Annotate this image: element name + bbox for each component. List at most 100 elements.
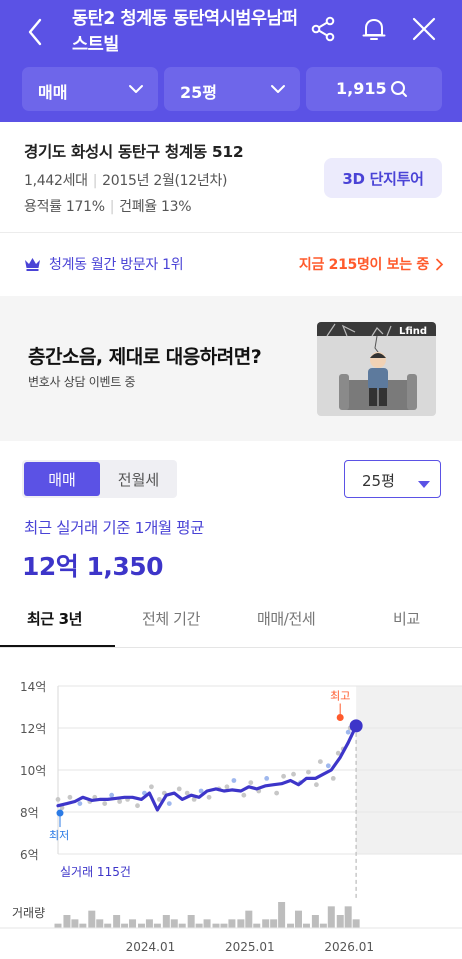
transaction-point	[135, 803, 140, 809]
volume-bar	[88, 910, 96, 928]
x-tick-label: 2025.01	[225, 940, 275, 954]
transaction-point	[317, 759, 323, 764]
volume-label: 거래량	[12, 906, 45, 920]
tab-compare[interactable]: 비교	[393, 608, 420, 629]
transaction-point	[117, 799, 123, 804]
low-label: 최저	[49, 829, 69, 842]
volume-bar	[327, 906, 335, 928]
search-icon	[390, 80, 408, 102]
size-filter-dropdown[interactable]: 25평	[164, 67, 300, 111]
y-tick-label: 14억	[20, 680, 46, 694]
chevron-down-icon	[270, 81, 286, 101]
x-tick-label: 2026.01	[324, 940, 374, 954]
transaction-point	[241, 792, 247, 798]
segment-sale[interactable]: 매매	[24, 462, 100, 496]
share-icon[interactable]	[308, 14, 338, 44]
transaction-point	[330, 776, 336, 781]
y-tick-label: 8억	[20, 806, 39, 820]
filter-bar: 매매 25평 1,915	[22, 67, 442, 111]
transaction-point	[55, 797, 61, 802]
volume-bar	[287, 923, 295, 928]
volume-bar	[153, 923, 161, 928]
complex-info: 경기도 화성시 동탄구 청계동 512 1,442세대 | 2015년 2월(12년…	[0, 122, 462, 232]
volume-bar	[79, 923, 87, 928]
average-price: 12억 1,350	[22, 552, 164, 581]
built-date: 2015년 2월(12년차)	[102, 173, 228, 189]
y-tick-label: 6억	[20, 848, 39, 862]
transaction-point	[206, 794, 212, 800]
volume-bar	[54, 923, 62, 928]
price-chart[interactable]: 14억 12억 10억 8억 6억 최고최저실거래 115건거래량 2024.01 2025.…	[0, 649, 462, 959]
complex-meta-row-2: 용적률 171% | 건폐율 13%	[24, 196, 192, 216]
price-chart-svg: 14억 12억 10억 8억 6억 최고최저실거래 115건거래량 2024.01 2025.…	[0, 680, 462, 954]
caret-down-icon	[418, 475, 430, 493]
transaction-point	[281, 773, 286, 779]
volume-bar	[129, 919, 137, 928]
current-price-marker	[349, 719, 363, 733]
ad-title: 층간소음, 제대로 대응하려면?	[28, 346, 262, 368]
volume-bar	[278, 902, 286, 928]
transaction-point	[176, 786, 182, 792]
transaction-point	[274, 790, 280, 796]
volume-bar	[344, 906, 352, 928]
volume-bar	[63, 915, 71, 928]
transaction-point	[224, 784, 230, 790]
ad-brand-text: Lfind	[399, 326, 427, 337]
rank-label: 청계동 월간 방문자 1위	[49, 257, 184, 273]
volume-bar	[245, 910, 253, 928]
households: 1,442세대	[24, 173, 88, 189]
high-label: 최고	[330, 690, 350, 703]
volume-bar	[170, 919, 178, 928]
transaction-point	[313, 782, 319, 788]
volume-bar	[302, 923, 310, 928]
ad-banner[interactable]: 층간소음, 제대로 대응하려면? 변호사 상담 이벤트 중 Lfind	[0, 296, 462, 441]
volume-bar	[71, 919, 79, 928]
tab-recent-3y[interactable]: 최근 3년	[27, 608, 82, 629]
segment-rent[interactable]: 전월세	[102, 462, 175, 496]
volume-bar	[195, 923, 203, 928]
average-price-label: 최근 실거래 기준 1개월 평균	[24, 519, 205, 537]
volume-bar	[121, 923, 129, 928]
chevron-right-icon	[435, 258, 444, 271]
y-tick-label: 12억	[20, 722, 46, 736]
close-icon[interactable]	[409, 14, 439, 44]
volume-bar	[270, 919, 278, 928]
volume-bar	[203, 919, 211, 928]
complex-address: 경기도 화성시 동탄구 청계동 512	[24, 143, 244, 161]
top-header: 동탄2 청계동 동탄역시범우남퍼스트빌 매매 25평 1,915	[0, 0, 462, 122]
bell-icon[interactable]	[359, 14, 389, 44]
volume-bar	[253, 923, 261, 928]
listings-search-button[interactable]: 1,915	[306, 67, 442, 111]
tab-all-period[interactable]: 전체 기간	[142, 608, 200, 629]
x-tick-label: 2024.01	[126, 940, 176, 954]
page-title: 동탄2 청계동 동탄역시범우남퍼스트빌	[72, 9, 298, 55]
transaction-point	[231, 778, 237, 783]
volume-bar	[294, 910, 302, 928]
trade-type-dropdown[interactable]: 매매	[22, 67, 158, 111]
size-dropdown-label: 25평	[362, 472, 395, 490]
volume-bar	[137, 923, 145, 928]
volume-bar	[113, 915, 121, 928]
complex-meta-row-1: 1,442세대 | 2015년 2월(12년차)	[24, 170, 228, 190]
transaction-point	[291, 771, 296, 777]
volume-bar	[96, 919, 104, 928]
volume-bar	[162, 915, 170, 928]
y-tick-label: 10억	[20, 764, 46, 778]
size-dropdown[interactable]: 25평	[344, 460, 441, 498]
viewers-label: 지금 215명이 보는 중	[298, 257, 429, 273]
chevron-down-icon	[128, 81, 144, 101]
visitor-rank-row[interactable]: 청계동 월간 방문자 1위 지금 215명이 보는 중	[0, 233, 462, 295]
high-marker	[336, 714, 344, 721]
crown-icon	[24, 257, 41, 271]
transactions-count: 실거래 115건	[60, 865, 131, 879]
transaction-point	[248, 780, 254, 785]
divider: |	[92, 173, 98, 189]
back-arrow-icon[interactable]	[18, 14, 54, 50]
floor-area-ratio: 용적률 171%	[24, 199, 105, 215]
transaction-point	[149, 784, 154, 790]
transaction-point	[306, 769, 311, 775]
3d-tour-button[interactable]: 3D 단지투어	[324, 158, 442, 198]
transaction-point	[67, 794, 73, 800]
volume-bar	[104, 923, 112, 928]
tab-sale-jeonse[interactable]: 매매/전세	[257, 608, 316, 629]
